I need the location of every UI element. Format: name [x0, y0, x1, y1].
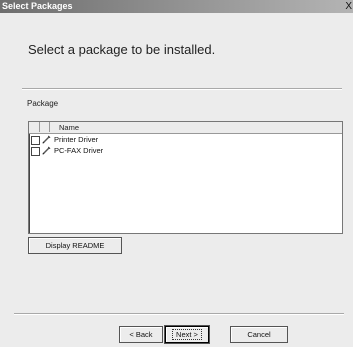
package-list[interactable]: Name Printer Driver PC-FAX Driver [28, 121, 343, 234]
list-item-printer-driver[interactable]: Printer Driver [30, 135, 330, 145]
printer-driver-checkbox[interactable] [31, 136, 40, 145]
list-header: Name [29, 122, 342, 134]
window-title: Select Packages [2, 1, 73, 11]
next-button[interactable]: Next > [164, 325, 210, 344]
footer-divider [14, 313, 344, 315]
column-header-name[interactable]: Name [59, 123, 79, 132]
next-button-label: Next > [172, 329, 202, 340]
select-packages-window: Select Packages X Select a package to be… [0, 0, 353, 347]
list-item-label: Printer Driver [54, 135, 99, 144]
list-item-pc-fax-driver[interactable]: PC-FAX Driver [30, 146, 330, 156]
pc-fax-driver-checkbox[interactable] [31, 147, 40, 156]
back-button[interactable]: < Back [119, 326, 163, 343]
page-heading: Select a package to be installed. [28, 42, 216, 57]
pencil-icon [42, 146, 51, 155]
column-header-check[interactable] [30, 122, 40, 132]
header-divider [22, 88, 342, 90]
cancel-button[interactable]: Cancel [230, 326, 288, 343]
list-item-label: PC-FAX Driver [54, 146, 104, 155]
package-label: Package [27, 99, 59, 108]
title-bar: Select Packages X [0, 0, 353, 13]
display-readme-button[interactable]: Display README [28, 237, 122, 254]
pencil-icon [42, 135, 51, 144]
column-header-icon[interactable] [40, 122, 50, 132]
close-icon[interactable]: X [345, 0, 352, 13]
